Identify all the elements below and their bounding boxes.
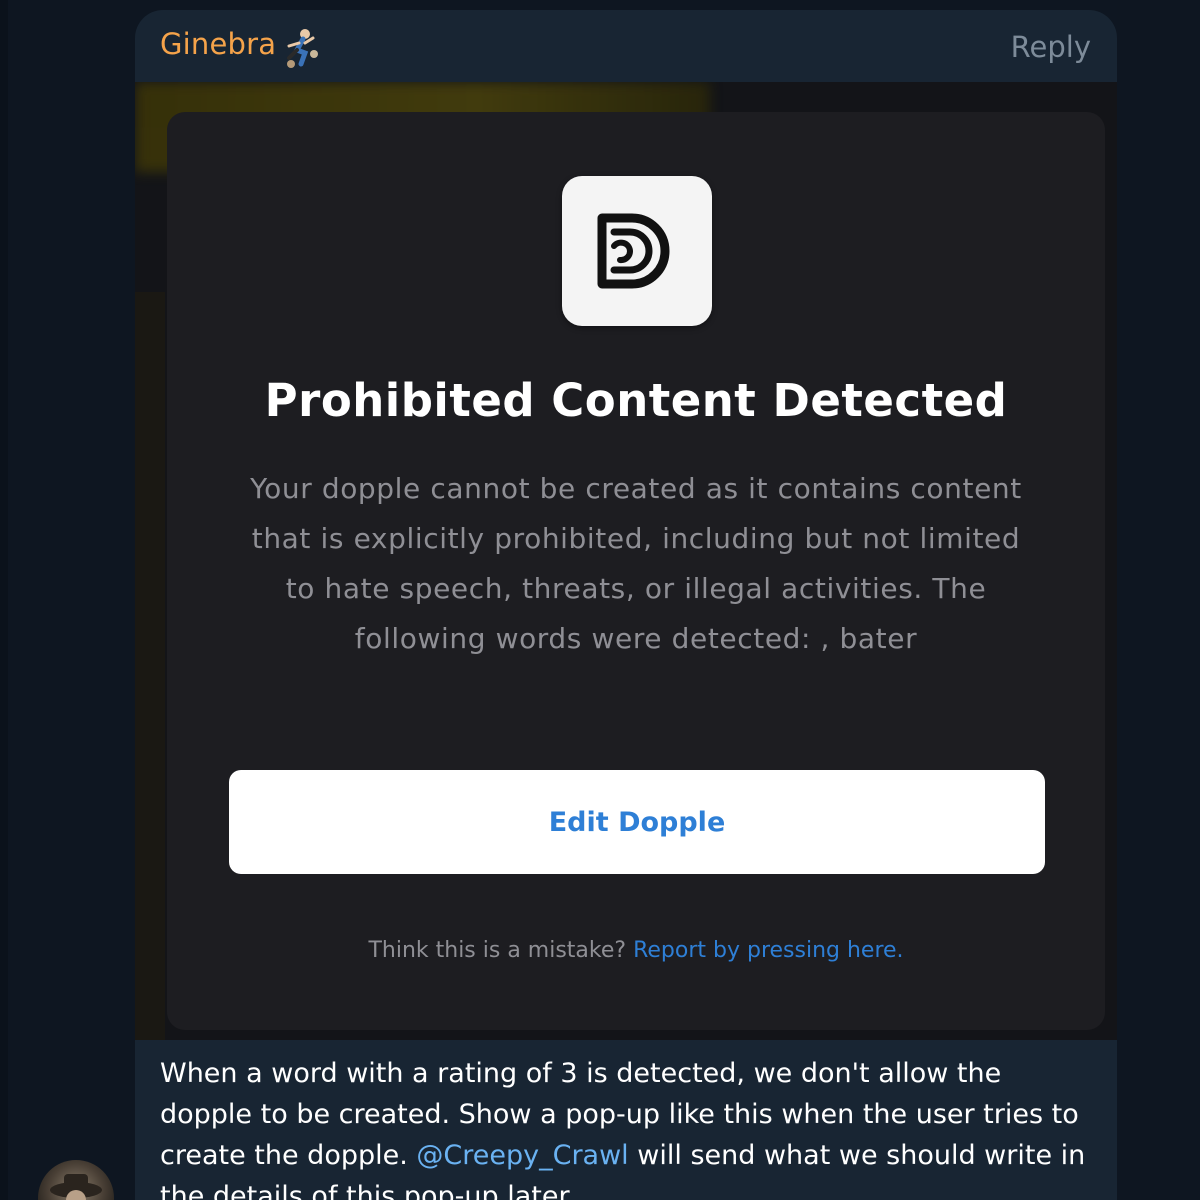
chat-sidebar-edge (0, 0, 8, 1200)
attached-screenshot[interactable]: Prohibited Content Detected Your dopple … (135, 82, 1117, 1040)
avatar[interactable] (38, 1160, 114, 1200)
message-bubble[interactable]: Ginebra Reply Prohibited Content Detecte… (135, 10, 1117, 1200)
screenshot-background-edge (135, 292, 165, 1040)
message-caption: When a word with a rating of 3 is detect… (160, 1053, 1100, 1200)
mistake-notice: Think this is a mistake? Report by press… (167, 938, 1105, 963)
modal-title: Prohibited Content Detected (264, 374, 1008, 427)
chat-view: Ginebra Reply Prohibited Content Detecte… (0, 0, 1200, 1200)
edit-dopple-button[interactable]: Edit Dopple (229, 770, 1045, 874)
reply-button[interactable]: Reply (1011, 30, 1091, 64)
report-link[interactable]: Report by pressing here. (633, 938, 903, 963)
sender-name[interactable]: Ginebra (160, 27, 276, 61)
runner-emoji-icon (281, 26, 321, 70)
mistake-text: Think this is a mistake? (368, 938, 634, 963)
prohibited-content-modal: Prohibited Content Detected Your dopple … (167, 112, 1105, 1030)
user-mention-link[interactable]: @Creepy_Crawl (416, 1140, 628, 1171)
message-header: Ginebra Reply (135, 10, 1117, 82)
modal-description: Your dopple cannot be created as it cont… (250, 472, 1022, 655)
dopple-logo-icon (562, 176, 712, 326)
